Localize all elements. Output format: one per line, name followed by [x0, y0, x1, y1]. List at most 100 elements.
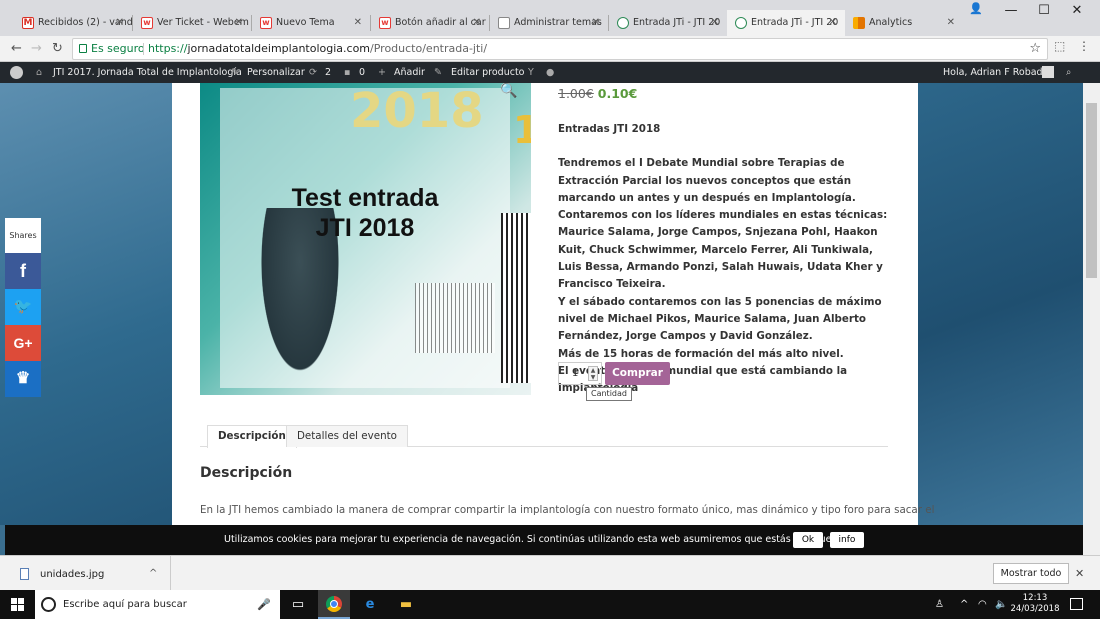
add-new-link[interactable]: Añadir — [394, 62, 425, 83]
tab-gmail[interactable]: M Recibidos (2) - vand ✕ — [14, 10, 132, 36]
buy-button[interactable]: Comprar — [605, 362, 670, 385]
url-input[interactable]: Es seguro https://jornadatotaldeimplanto… — [72, 38, 1048, 60]
cookie-banner: Utilizamos cookies para mejorar tu exper… — [5, 525, 1083, 555]
product-short-title: Entradas JTI 2018 — [558, 123, 661, 135]
gmail-icon: M — [22, 17, 34, 29]
description-body: En la JTI hemos cambiado la manera de co… — [200, 504, 935, 516]
comments-count[interactable]: 0 — [359, 62, 365, 83]
updates-count[interactable]: 2 — [325, 62, 331, 83]
volume-icon[interactable]: 🔈 — [995, 590, 1007, 619]
edit-product-link[interactable]: Editar producto — [451, 62, 525, 83]
chrome-taskbar-icon[interactable] — [318, 590, 350, 619]
browser-tabstrip: M Recibidos (2) - vand ✕ w Ver Ticket - … — [0, 0, 1100, 36]
tab-entrada-jti[interactable]: Entrada JTi - JTI 20 ✕ — [609, 10, 727, 36]
plus-icon: + — [378, 67, 386, 78]
close-icon[interactable]: ✕ — [711, 10, 719, 36]
site-name-link[interactable]: JTI 2017. Jornada Total de Implantología — [53, 62, 242, 83]
taskbar-clock[interactable]: 12:13 24/03/2018 — [1010, 593, 1060, 615]
bookmark-star-icon[interactable]: ☆ — [1029, 39, 1041, 59]
quantity-stepper[interactable]: 1 ▲ ▼ — [558, 362, 602, 385]
shares-label: Shares — [5, 218, 41, 253]
tab-administrar-temas[interactable]: Administrar temas ✕ — [490, 10, 608, 36]
task-view-icon[interactable]: ▭ — [282, 590, 314, 619]
image-title: Test entrada JTI 2018 — [291, 184, 439, 242]
close-icon[interactable]: ✕ — [592, 10, 600, 36]
crown-icon: ♛ — [15, 370, 31, 387]
brush-icon: ✎ — [231, 67, 239, 78]
cookie-info-button[interactable]: info — [830, 532, 864, 548]
show-all-button[interactable]: Mostrar todo — [993, 563, 1069, 584]
pencil-icon: ✎ — [434, 67, 442, 78]
extension-icon[interactable]: ⬚ — [1054, 39, 1065, 53]
tab-detalles-evento[interactable]: Detalles del evento — [286, 425, 408, 447]
chevron-up-icon[interactable]: ^ — [149, 556, 157, 591]
menu-icon[interactable]: ⋮ — [1078, 39, 1090, 53]
address-bar: ← → ↻ Es seguro https://jornadatotaldeim… — [0, 36, 1100, 62]
scrollbar-thumb[interactable] — [1086, 103, 1097, 278]
microphone-icon[interactable]: 🎤 — [257, 590, 271, 619]
status-dot-icon: ● — [546, 67, 555, 78]
tab-analytics[interactable]: Analytics ✕ — [845, 10, 963, 36]
zoom-icon[interactable]: 🔍 — [500, 83, 517, 99]
tab-entrada-jti-active[interactable]: Entrada JTi - JTI 20 ✕ — [727, 10, 845, 36]
dashboard-icon: ⌂ — [36, 67, 43, 78]
product-image[interactable]: 2018 18 Test entrada JTI 2018 — [200, 83, 531, 395]
close-icon[interactable]: ✕ — [1075, 556, 1084, 591]
spin-arrows-icon[interactable]: ▲ ▼ — [588, 366, 598, 381]
close-icon[interactable]: ✕ — [473, 10, 481, 36]
download-filename[interactable]: unidades.jpg — [40, 556, 104, 594]
page-scrollbar[interactable] — [1083, 83, 1100, 555]
back-icon[interactable]: ← — [11, 40, 22, 58]
taskbar-search-input[interactable]: Escribe aquí para buscar 🎤 — [35, 590, 280, 619]
cookie-ok-button[interactable]: Ok — [793, 532, 823, 548]
greeting-link[interactable]: Hola, Adrian F Robador — [943, 62, 1052, 83]
yoast-icon[interactable]: Y — [528, 62, 534, 83]
forward-icon[interactable]: → — [31, 40, 42, 58]
page-viewport: 2018 18 Test entrada JTI 2018 🔍 1.00€ 0.… — [0, 83, 1100, 525]
price-new: 0.10€ — [597, 86, 638, 101]
google-plus-share-button[interactable]: G+ — [5, 325, 41, 361]
notifications-icon[interactable] — [1070, 598, 1083, 610]
price-old: 1.00€ — [558, 86, 594, 101]
product-short-description: Entradas JTI 2018 Tendremos el I Debate … — [558, 121, 888, 397]
windows-taskbar: Escribe aquí para buscar 🎤 ▭ e ▬ ♙ ^ ◠ 🔈… — [0, 590, 1100, 619]
close-icon[interactable]: ✕ — [354, 10, 362, 36]
profile-icon[interactable]: 👤 — [968, 2, 984, 18]
description-heading: Descripción — [200, 465, 293, 481]
file-explorer-icon[interactable]: ▬ — [390, 590, 422, 619]
cortana-icon — [41, 597, 56, 612]
customize-link[interactable]: Personalizar — [247, 62, 305, 83]
wordpress-icon[interactable] — [10, 66, 23, 79]
tab-nuevo-tema[interactable]: w Nuevo Tema ✕ — [252, 10, 370, 36]
minimize-icon[interactable]: — — [994, 0, 1028, 24]
close-icon[interactable]: ✕ — [947, 10, 955, 36]
image-bg-text: 2018 — [350, 83, 484, 139]
document-icon — [498, 17, 510, 29]
tab-descripcion[interactable]: Descripción — [207, 425, 297, 448]
tab-title: Nuevo Tema — [276, 17, 335, 28]
tab-title: Administrar temas — [514, 17, 602, 28]
downloads-bar: unidades.jpg ^ Mostrar todo ✕ — [0, 555, 1100, 591]
reload-icon[interactable]: ↻ — [52, 40, 63, 58]
close-icon[interactable]: ✕ — [829, 10, 837, 36]
facebook-share-button[interactable]: f — [5, 253, 41, 289]
close-icon[interactable]: ✕ — [116, 10, 124, 36]
chevron-up-icon[interactable]: ^ — [960, 590, 968, 619]
quantity-value: 1 — [572, 368, 579, 379]
window-close-icon[interactable]: ✕ — [1060, 0, 1094, 24]
close-icon[interactable]: ✕ — [235, 10, 243, 36]
sumome-share-button[interactable]: ♛ — [5, 361, 41, 397]
tab-title: Entrada JTi - JTI 20 — [633, 17, 721, 28]
quantity-tooltip: Cantidad — [586, 387, 632, 401]
search-icon[interactable]: ⌕ — [1066, 62, 1071, 83]
tab-boton-anadir[interactable]: w Botón añadir al car ✕ — [371, 10, 489, 36]
product-tabs: Descripción Detalles del evento — [200, 424, 888, 448]
windows-start-icon[interactable] — [11, 598, 24, 611]
people-icon[interactable]: ♙ — [935, 590, 944, 619]
network-icon[interactable]: ◠ — [978, 590, 987, 619]
tab-ver-ticket[interactable]: w Ver Ticket - Webem ✕ — [133, 10, 251, 36]
twitter-share-button[interactable]: 🐦 — [5, 289, 41, 325]
avatar[interactable] — [1042, 66, 1054, 78]
edge-icon[interactable]: e — [354, 590, 386, 619]
maximize-icon[interactable]: ☐ — [1027, 0, 1061, 24]
